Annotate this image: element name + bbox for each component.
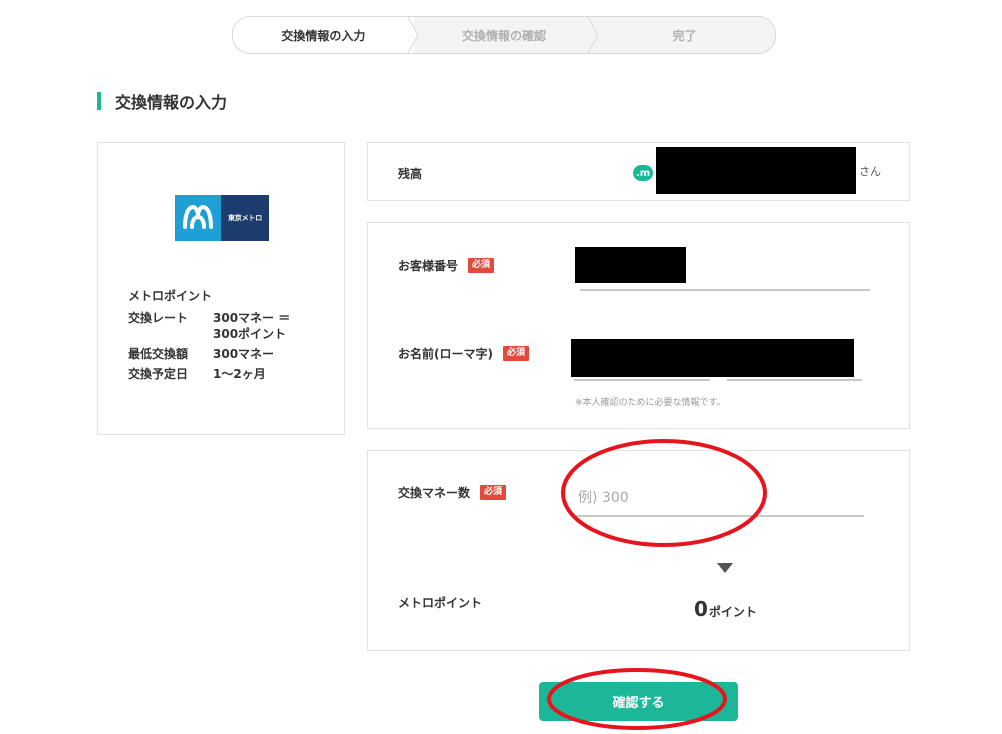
customer-number-field[interactable] [575, 247, 686, 283]
step-complete: 完了 [594, 17, 775, 53]
required-badge: 必須 [468, 258, 495, 273]
balance-label: 残高 [398, 167, 423, 181]
customer-number-underline [580, 289, 870, 291]
info-value: 300マネー ＝ 300ポイント [213, 311, 291, 341]
info-row: 交換レート 300マネー ＝ 300ポイント [128, 310, 293, 342]
customer-number-label: お客様番号 必須 [398, 257, 495, 274]
step-label: 完了 [672, 28, 697, 43]
name-field[interactable] [571, 339, 854, 377]
amount-input[interactable] [576, 481, 864, 517]
required-badge: 必須 [502, 346, 529, 361]
step-separator-icon [588, 17, 599, 53]
arrow-down-icon [717, 563, 733, 573]
tokyo-metro-logo: 東京メトロ [175, 195, 269, 241]
info-row: 最低交換額 300マネー [128, 346, 293, 362]
step-label: 交換情報の確認 [462, 28, 547, 43]
points-unit: ポイント [708, 605, 757, 619]
name-label-text: お名前(ローマ字) [398, 347, 493, 361]
step-confirm: 交換情報の確認 [414, 17, 599, 53]
progress-stepper: 交換情報の入力 交換情報の確認 完了 [232, 16, 776, 54]
balance-card: 残高 .m さん [367, 142, 910, 201]
page: 交換情報の入力 交換情報の確認 完了 交換情報の入力 東京メトロ メトロポイント… [0, 0, 1002, 734]
info-key: 交換レート [128, 311, 189, 325]
metro-m-icon [175, 195, 221, 241]
identity-note: ※本人確認のために必要な情報です。 [575, 398, 726, 408]
info-row: 交換予定日 1〜2ヶ月 [128, 366, 293, 382]
points-label: メトロポイント [398, 596, 483, 610]
amount-label: 交換マネー数 必須 [398, 484, 507, 501]
info-value: 300マネー [213, 347, 275, 361]
info-key: 交換予定日 [128, 367, 189, 381]
step-separator-icon [407, 17, 419, 53]
info-table: 交換レート 300マネー ＝ 300ポイント 最低交換額 300マネー 交換予定… [128, 310, 293, 386]
step-input: 交換情報の入力 [233, 17, 419, 53]
customer-card: お客様番号 必須 お名前(ローマ字) 必須 ※本人確認のために必要な情報です。 [367, 222, 910, 429]
step-label: 交換情報の入力 [281, 28, 366, 43]
honorific-suffix: さん [859, 165, 881, 178]
info-key: 最低交換額 [128, 347, 189, 361]
points-value: 0 [694, 597, 708, 621]
last-name-underline [574, 379, 710, 381]
info-value: 1〜2ヶ月 [213, 367, 266, 381]
heading-accent-bar [97, 92, 101, 110]
info-title: メトロポイント [128, 289, 213, 303]
amount-label-text: 交換マネー数 [398, 486, 471, 500]
money-icon: .m [633, 165, 653, 181]
redacted-username [656, 147, 856, 194]
metro-logo-text: 東京メトロ [221, 195, 269, 241]
first-name-underline [727, 379, 862, 381]
required-badge: 必須 [480, 485, 507, 500]
confirm-button[interactable]: 確認する [539, 682, 738, 721]
section-heading: 交換情報の入力 [97, 91, 228, 112]
exchange-card: 交換マネー数 必須 メトロポイント 0 ポイント [367, 450, 910, 651]
section-title: 交換情報の入力 [115, 93, 228, 112]
customer-number-label-text: お客様番号 [398, 259, 459, 273]
points-result: 0 ポイント [694, 597, 757, 621]
exchange-info-card: 東京メトロ メトロポイント 交換レート 300マネー ＝ 300ポイント 最低交… [97, 142, 345, 435]
name-label: お名前(ローマ字) 必須 [398, 345, 529, 362]
